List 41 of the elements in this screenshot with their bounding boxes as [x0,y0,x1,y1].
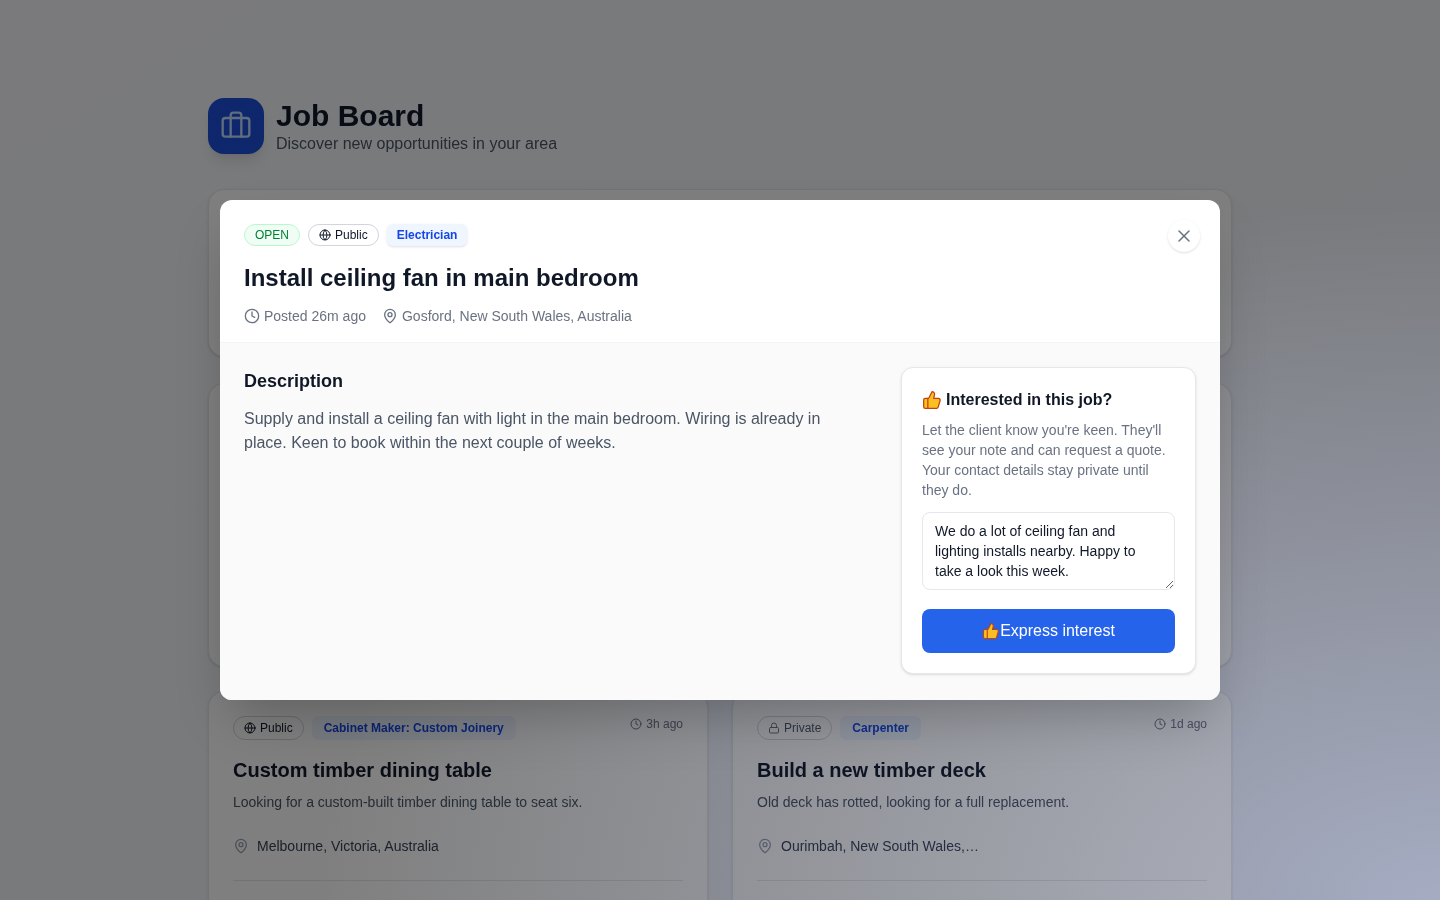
clock-icon [630,718,643,730]
job-summary: Old deck has rotted, looking for a full replacement. [757,793,1071,812]
posted-time: Posted 26m ago [264,307,366,326]
page-title: Job Board [276,98,426,134]
job-location: Gosford, New South Wales, Australia [401,307,632,326]
job-title: Custom timber dining table [233,758,493,783]
visibility-badge: Public [308,224,379,246]
thumbs-up-icon [982,622,1001,640]
job-title: Install ceiling fan in main bedroom [244,263,640,293]
visibility-badge: Private [757,716,833,740]
briefcase-logo-icon [208,98,264,154]
clock-icon [244,308,260,324]
location-pin-icon [381,308,398,324]
job-description: Supply and install a ceiling fan with light in the main bedroom. Wiring is already in place. Keen to book within the next couple of weeks. [244,409,822,453]
globe-icon [319,229,331,241]
message-field[interactable]: We do a lot of ceiling fan and lighting installs nearby. Happy to take a look this week. [922,512,1175,590]
category-tag: Cabinet Maker: Custom Joinery [311,716,516,740]
category-tag: Carpenter [840,716,922,740]
thumbs-up-icon [922,390,942,410]
location-pin-icon [757,838,773,854]
posted-time: 1d ago [1170,716,1207,732]
job-summary: Looking for a custom-built timber dining table to seat six. [233,793,584,812]
job-card[interactable]: Private Carpenter 1d ago Build a new timber deck Old deck has rotted, looking for a full replacement. Ourimbah, New South Wales,… [732,691,1232,900]
status-badge: OPEN [244,224,300,246]
page-subtitle: Discover new opportunities in your area [276,134,558,154]
visibility-badge: Public [233,716,304,740]
close-button[interactable] [1168,220,1200,252]
panel-description: Let the client know you're keen. They'll see your note and can request a quote. Your contact details stay private until they do. [922,421,1167,500]
panel-heading: Interested in this job? [946,390,1113,410]
job-location: Melbourne, Victoria, Australia [257,837,439,856]
location-pin-icon [233,838,249,854]
express-interest-button[interactable]: Express interest [922,609,1175,653]
clock-icon [1154,718,1167,730]
category-tag: Electrician [386,224,468,246]
job-card[interactable]: Public Cabinet Maker: Custom Joinery 3h ago Custom timber dining table Looking for a custom-built timber dining table to seat six. Melbourne, Victoria, Australia [208,691,708,900]
posted-time: 3h ago [646,716,683,732]
job-location: Ourimbah, New South Wales,… [781,837,979,856]
job-title: Build a new timber deck [757,758,987,783]
section-heading: Description [244,370,345,393]
globe-icon [244,722,256,734]
lock-icon [768,722,780,734]
